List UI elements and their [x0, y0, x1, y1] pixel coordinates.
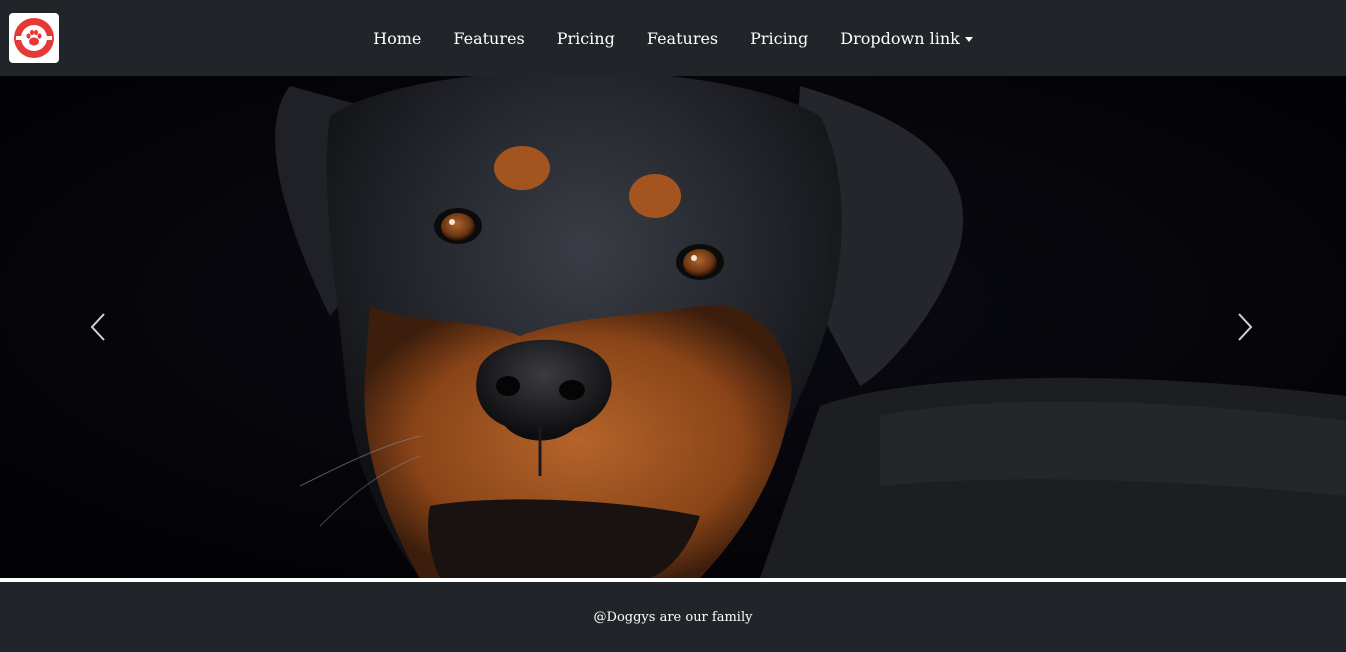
carousel-next-button[interactable] — [1185, 76, 1305, 578]
navbar: Home Features Pricing Features Pricing D… — [0, 0, 1346, 76]
nav-dropdown-label: Dropdown link — [840, 28, 960, 48]
nav-link-home[interactable]: Home — [357, 29, 437, 48]
footer: @Doggys are our family — [0, 582, 1346, 652]
hero-carousel — [0, 76, 1346, 578]
footer-text: @Doggys are our family — [593, 609, 753, 625]
nav-links: Home Features Pricing Features Pricing D… — [0, 0, 1346, 76]
chevron-right-icon — [1238, 313, 1253, 341]
carousel-slide-image — [0, 76, 1346, 578]
nav-link-pricing[interactable]: Pricing — [541, 29, 631, 48]
nav-link-features[interactable]: Features — [437, 29, 540, 48]
caret-down-icon — [964, 36, 973, 42]
nav-dropdown[interactable]: Dropdown link — [824, 29, 989, 48]
carousel-prev-button[interactable] — [38, 76, 158, 578]
nav-link-features-2[interactable]: Features — [631, 29, 734, 48]
nav-link-pricing-2[interactable]: Pricing — [734, 29, 824, 48]
chevron-left-icon — [90, 313, 105, 341]
